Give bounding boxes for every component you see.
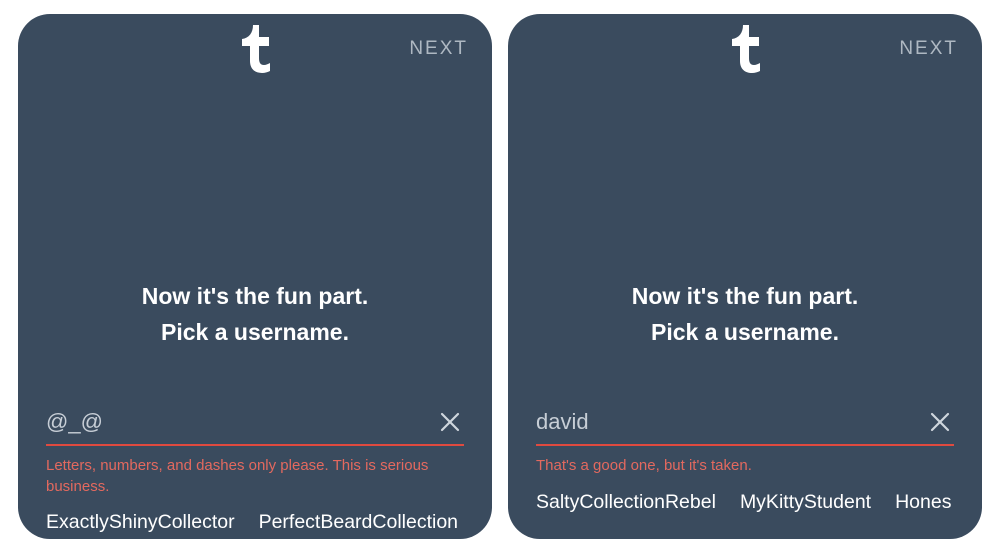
validation-error-message: Letters, numbers, and dashes only please… [18, 456, 492, 497]
clear-input-button[interactable] [436, 408, 464, 436]
headline: Now it's the fun part. Pick a username. [508, 279, 982, 350]
close-icon [930, 412, 950, 432]
headline: Now it's the fun part. Pick a username. [18, 279, 492, 350]
username-input[interactable]: david [536, 409, 926, 435]
headline-line-1: Now it's the fun part. [38, 279, 472, 315]
username-suggestion[interactable]: MyKittyStudent [740, 491, 871, 514]
username-suggestions-row: SaltyCollectionRebel MyKittyStudent Hone… [508, 491, 982, 514]
username-field-row: david [536, 402, 954, 442]
username-field-wrap: @_@ [18, 402, 492, 446]
signup-screen-right: NEXT Now it's the fun part. Pick a usern… [508, 14, 982, 539]
field-underline-error [46, 444, 464, 446]
username-suggestion[interactable]: Hones [895, 491, 951, 514]
headline-line-2: Pick a username. [38, 315, 472, 351]
headline-line-2: Pick a username. [528, 315, 962, 351]
tumblr-logo-icon [730, 25, 760, 73]
signup-screen-left: NEXT Now it's the fun part. Pick a usern… [18, 14, 492, 539]
username-field-row: @_@ [46, 402, 464, 442]
username-suggestion[interactable]: ExactlyShinyCollector [46, 511, 235, 534]
username-field-wrap: david [508, 402, 982, 446]
field-underline-error [536, 444, 954, 446]
username-suggestion[interactable]: PerfectBeardCollection [259, 511, 458, 534]
headline-line-1: Now it's the fun part. [528, 279, 962, 315]
next-button[interactable]: NEXT [899, 14, 958, 84]
canvas: NEXT Now it's the fun part. Pick a usern… [0, 0, 1000, 553]
top-bar: NEXT [18, 14, 492, 84]
close-icon [440, 412, 460, 432]
clear-input-button[interactable] [926, 408, 954, 436]
next-button[interactable]: NEXT [409, 14, 468, 84]
tumblr-logo-icon [240, 25, 270, 73]
username-suggestion[interactable]: SaltyCollectionRebel [536, 491, 716, 514]
validation-error-message: That's a good one, but it's taken. [508, 456, 982, 476]
top-bar: NEXT [508, 14, 982, 84]
username-suggestions-row: ExactlyShinyCollector PerfectBeardCollec… [18, 511, 492, 534]
username-input[interactable]: @_@ [46, 409, 436, 435]
